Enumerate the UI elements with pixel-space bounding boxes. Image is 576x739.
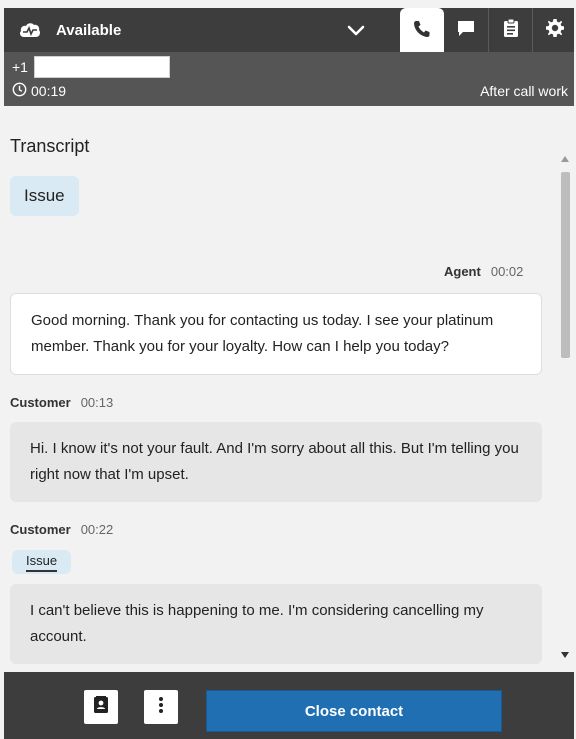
message-meta-customer: Customer 00:22 — [10, 522, 113, 537]
call-header: +1 00:19 After call work — [4, 52, 574, 106]
status-label: Available — [56, 21, 122, 39]
tab-chat[interactable] — [444, 8, 488, 52]
gear-icon — [545, 18, 565, 43]
phone-icon — [412, 19, 432, 44]
bottom-bar: Close contact — [4, 672, 574, 739]
phone-prefix: +1 — [12, 59, 28, 75]
tab-settings[interactable] — [532, 8, 576, 52]
call-timer: 00:19 — [12, 82, 66, 100]
clipboard-icon — [502, 18, 520, 43]
tab-phone[interactable] — [400, 8, 444, 54]
message-time: 00:22 — [80, 522, 114, 537]
speaker-name: Agent — [444, 264, 481, 279]
timer-value: 00:19 — [31, 83, 67, 99]
scroll-down-arrow-icon[interactable] — [561, 652, 569, 658]
transcript-scrollbar[interactable] — [558, 150, 572, 670]
message-time: 00:02 — [490, 264, 524, 279]
contacts-button[interactable] — [84, 690, 118, 724]
scroll-thumb[interactable] — [561, 172, 570, 358]
cloud-icon — [18, 21, 42, 39]
message-meta-customer: Customer 00:13 — [10, 395, 113, 410]
agent-status[interactable]: Available — [18, 8, 121, 52]
tab-bar — [400, 8, 576, 54]
transcript-panel: Transcript Issue Agent 00:02 Good morning… — [4, 106, 574, 672]
message-meta-agent: Agent 00:02 — [444, 264, 523, 279]
more-options-button[interactable] — [144, 690, 178, 724]
scroll-up-arrow-icon[interactable] — [561, 156, 569, 162]
chevron-down-icon[interactable] — [342, 18, 370, 42]
more-vertical-icon — [158, 696, 164, 719]
clock-icon — [12, 82, 31, 100]
close-contact-button[interactable]: Close contact — [206, 690, 502, 732]
issue-tag-label: Issue — [26, 552, 58, 572]
tab-tasks[interactable] — [488, 8, 532, 52]
message-bubble-agent: Good morning. Thank you for contacting u… — [10, 293, 542, 375]
ccp-window: Available +1 00:19 After call work Trans… — [0, 0, 576, 739]
summary-chip-issue[interactable]: Issue — [10, 176, 79, 216]
message-time: 00:13 — [80, 395, 114, 410]
chat-icon — [456, 18, 476, 43]
issue-tag-chip[interactable]: Issue — [12, 550, 72, 574]
message-bubble-customer: Hi. I know it's not your fault. And I'm … — [10, 422, 542, 502]
contact-book-icon — [93, 695, 109, 719]
speaker-name: Customer — [10, 395, 71, 410]
contact-state: After call work — [480, 83, 568, 99]
top-bar: Available — [4, 8, 576, 54]
transcript-title: Transcript — [10, 136, 90, 156]
speaker-name: Customer — [10, 522, 71, 537]
phone-number-redacted — [34, 56, 170, 78]
message-bubble-customer: I can't believe this is happening to me.… — [10, 584, 542, 664]
